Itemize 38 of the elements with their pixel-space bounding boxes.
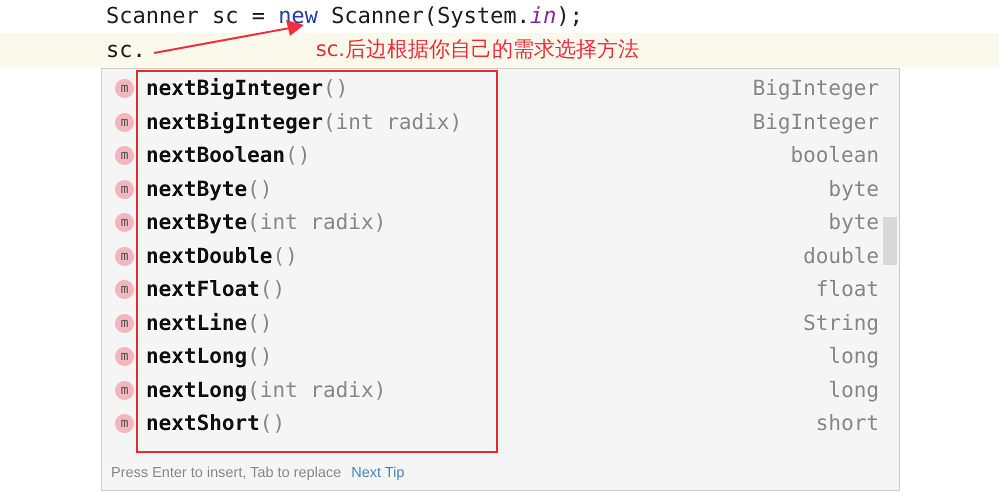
return-type: byte [828, 209, 879, 236]
return-type: short [816, 410, 879, 437]
method-icon: m [115, 414, 134, 434]
method-icon: m [115, 380, 134, 400]
return-type: boolean [790, 142, 879, 169]
code-line: Scanner sc = new Scanner(System.in); [106, 2, 583, 30]
return-type: long [828, 343, 879, 370]
method-icon: m [115, 314, 134, 333]
method-icon: m [115, 79, 134, 98]
return-type: byte [828, 176, 879, 202]
code-line: sc. [106, 36, 146, 64]
suggestion-item[interactable]: nextDouble() [146, 240, 298, 272]
suggestion-item[interactable]: nextBoolean() [146, 140, 310, 172]
suggestion-item[interactable]: nextLine() [146, 308, 272, 339]
suggestion-item[interactable]: nextBigInteger() [146, 73, 348, 104]
return-type: String [803, 310, 879, 336]
method-icon: m [115, 112, 134, 132]
method-icon: m [115, 347, 134, 366]
method-icon: m [115, 180, 134, 199]
return-type: float [816, 276, 879, 303]
method-icon: m [115, 280, 134, 300]
suggestion-item[interactable]: nextBigInteger(int radix) [146, 106, 462, 138]
annotation-text: sc.后边根据你自己的需求选择方法 [316, 36, 639, 64]
suggestion-item[interactable]: nextByte() [146, 174, 272, 205]
return-type: double [803, 242, 879, 270]
suggestion-item[interactable]: nextLong(int radix) [146, 374, 386, 406]
return-type: long [828, 376, 879, 404]
method-icon: m [115, 246, 134, 266]
method-icon: m [115, 146, 134, 166]
suggestion-item[interactable]: nextByte(int radix) [146, 207, 386, 238]
method-icon: m [115, 213, 134, 232]
return-type: BigInteger [752, 108, 879, 136]
suggestion-item[interactable]: nextShort() [146, 408, 286, 440]
hint-text: Press Enter to insert, Tab to replace [111, 464, 342, 483]
suggestion-item[interactable]: nextFloat() [146, 274, 286, 306]
scrollbar-thumb[interactable] [883, 217, 897, 265]
suggestion-item[interactable]: nextLong() [146, 341, 272, 372]
return-type: BigInteger [752, 75, 879, 102]
